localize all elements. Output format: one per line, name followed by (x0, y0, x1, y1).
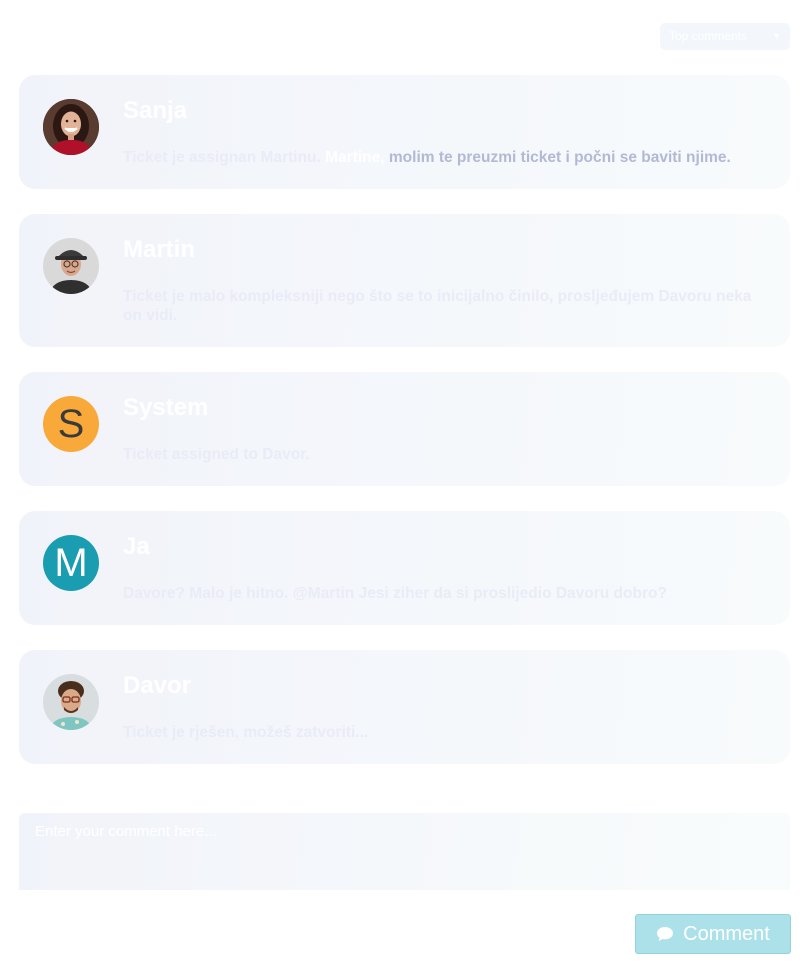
comment-text: Ticket je rješen, možeš zatvoriti... (123, 724, 369, 741)
comment-card-ja: M Ja Davore? Malo je hitno. @Martin Jesi… (19, 511, 790, 625)
avatar-martin (43, 238, 99, 294)
sort-select[interactable]: Top comments ▼ (660, 23, 790, 50)
chevron-down-icon: ▼ (772, 31, 781, 41)
comment-text: Davore? Malo je hitno. @Martin Jesi zihe… (123, 585, 667, 602)
comment-text-highlight: molim te preuzmi ticket i počni se bavit… (384, 149, 731, 166)
woman-photo-avatar-icon (43, 99, 99, 155)
comment-text-part: Ticket je assignan Martinu. (123, 149, 326, 166)
comment-text: Ticket je assignan Martinu. Martine, mol… (123, 148, 771, 167)
avatar-davor (43, 674, 99, 730)
comment-author: Martin (123, 236, 195, 263)
avatar-ja: M (43, 535, 99, 591)
comment-button[interactable]: Comment (635, 914, 791, 954)
avatar-system: S (43, 396, 99, 452)
comment-mention: Martine, (325, 149, 385, 166)
curly-hair-glasses-photo-avatar-icon (43, 674, 99, 730)
comment-author: Sanja (123, 97, 188, 124)
speech-bubble-icon (657, 927, 674, 941)
comment-card-martin: Martin Ticket je malo kompleksniji nego … (19, 214, 790, 347)
sort-select-value: Top comments (669, 29, 748, 43)
comment-text: Ticket je malo kompleksniji nego što se … (123, 288, 752, 324)
comment-input[interactable] (19, 813, 790, 890)
comment-author: Ja (123, 533, 150, 560)
comment-card-system: S System Ticket assigned to Davor. (19, 372, 790, 486)
comment-text: Ticket assigned to Davor. (123, 446, 310, 463)
comment-card-sanja: Sanja Ticket je assignan Martinu. Martin… (19, 75, 790, 189)
comment-button-label: Comment (683, 922, 770, 945)
avatar-sanja (43, 99, 99, 155)
man-with-hat-photo-avatar-icon (43, 238, 99, 294)
comment-author: System (123, 394, 209, 421)
comment-author: Davor (123, 672, 192, 699)
comment-card-davor: Davor Ticket je rješen, možeš zatvoriti.… (19, 650, 790, 764)
